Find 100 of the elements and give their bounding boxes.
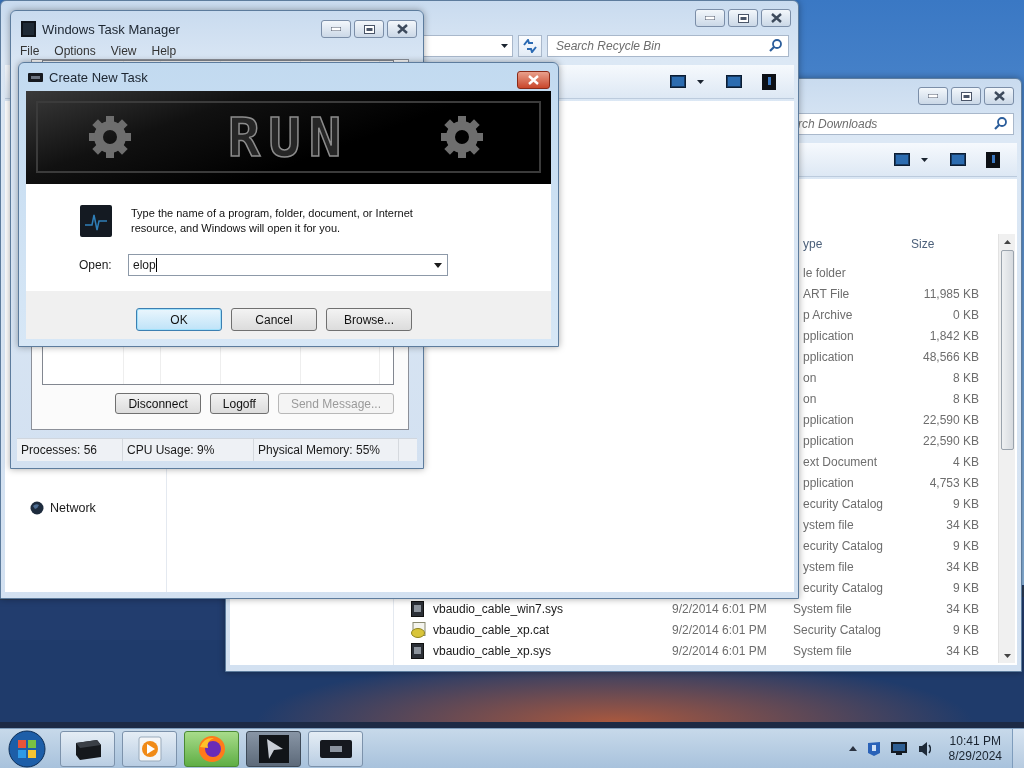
search-field[interactable]: rch Downloads [798,113,1014,135]
start-button[interactable] [8,729,46,768]
instruction-text: Type the name of a program, folder, document, or Internet resource, and Windows will open it for you. [131,206,414,236]
refresh-button[interactable] [518,35,542,57]
dialog-button[interactable]: OK [136,308,222,331]
file-icon [411,642,424,659]
shield-icon[interactable] [866,740,881,757]
table-cell: 9 KB [953,622,979,637]
up-arrow-icon[interactable] [848,746,857,751]
table-cell: ART File [803,286,850,301]
close-button[interactable] [761,9,791,27]
table-cell: ecurity Catalog [803,580,884,595]
play-icon [137,735,162,762]
monitor-icon[interactable] [890,742,907,755]
window-icon [319,739,352,758]
clock-date[interactable]: 8/29/2024 [948,748,1002,764]
maximize-button[interactable] [951,87,981,105]
table-cell: pplication [803,412,854,427]
column-header[interactable]: Size [911,237,935,251]
maximize-icon [737,13,749,23]
app-icon [21,21,36,37]
pane-icon[interactable] [950,153,966,166]
help-icon[interactable] [986,151,1000,168]
taskbar-button[interactable] [246,730,301,767]
browser-icon [197,734,226,763]
field-label: Open: [79,258,113,272]
table-cell: ystem file [803,559,854,574]
search-field[interactable]: Search Recycle Bin [547,35,789,57]
table-cell: on [803,370,817,385]
speaker-icon[interactable] [916,740,931,757]
minimize-icon [928,94,938,98]
table-cell: on [803,391,817,406]
close-icon [528,75,539,85]
minimize-button[interactable] [695,9,725,27]
status-text: Physical Memory: 55% [254,439,399,461]
close-button[interactable] [984,87,1014,105]
status-text: CPU Usage: 9% [123,439,254,461]
table-cell: p Archive [803,307,853,322]
taskbar-button[interactable] [308,730,363,767]
table-cell: 34 KB [946,601,979,616]
caret-icon[interactable] [697,79,704,84]
pane-icon[interactable] [726,75,742,88]
table-cell: pplication [803,433,854,448]
clock-time[interactable]: 10:41 PM [949,733,1001,749]
banner-title: RUN [227,110,350,165]
table-cell: 34 KB [946,559,979,574]
file-name[interactable]: vbaudio_cable_xp.cat [433,622,550,637]
minimize-icon [331,27,341,31]
gear-icon [88,115,132,159]
table-cell: 4 KB [953,454,979,469]
taskbar-button[interactable] [60,730,115,767]
scroll-down-arrow[interactable] [1003,654,1011,658]
address-field[interactable] [421,35,513,57]
session-button[interactable]: Logoff [209,393,269,414]
file-name[interactable]: vbaudio_cable_xp.sys [433,643,552,658]
open-field[interactable]: elop [128,254,448,276]
dialog-button[interactable]: Cancel [231,308,317,331]
table-cell: pplication [803,475,854,490]
table-cell: System file [793,601,852,616]
table-cell: Security Catalog [793,622,882,637]
scrollbar-thumb[interactable] [1000,250,1014,450]
table-cell: ecurity Catalog [803,538,884,553]
caret-icon[interactable] [501,44,508,48]
dialog-button[interactable]: Browse... [326,308,412,331]
table-cell: 34 KB [946,517,979,532]
minimize-button[interactable] [918,87,948,105]
nav-item[interactable]: Network [5,497,166,519]
menu-item[interactable]: View [110,44,137,58]
scroll-up-arrow[interactable] [1003,240,1011,244]
window-title: Create New Task [49,69,148,85]
view-icon[interactable] [894,153,910,166]
close-button[interactable] [387,20,417,38]
table-cell: 9/2/2014 6:01 PM [672,643,767,658]
maximize-icon [960,91,972,101]
minimize-button[interactable] [321,20,351,38]
table-cell: 9/2/2014 6:01 PM [672,601,767,616]
view-icon[interactable] [670,75,686,88]
maximize-button[interactable] [728,9,758,27]
file-name[interactable]: vbaudio_cable_win7.sys [433,601,564,616]
caret-icon[interactable] [434,262,442,268]
column-header[interactable]: ype [803,237,823,251]
table-cell: 34 KB [946,643,979,658]
menu-item[interactable]: Help [151,44,177,58]
minimize-icon [705,16,715,20]
maximize-button[interactable] [354,20,384,38]
close-button[interactable] [517,71,550,89]
maximize-icon [363,24,375,34]
help-icon[interactable] [762,73,776,90]
table-cell: pplication [803,349,854,364]
menu-item[interactable]: File [20,44,40,58]
table-cell: 48,566 KB [922,349,979,364]
session-button[interactable]: Disconnect [115,393,201,414]
globe-icon [30,501,44,515]
caret-icon[interactable] [921,157,928,162]
table-cell: 9 KB [953,538,979,553]
certificate-icon [411,621,427,638]
menu-item[interactable]: Options [54,44,96,58]
scrollbar[interactable] [998,234,1015,663]
table-cell: 8 KB [953,391,979,406]
table-cell: 4,753 KB [929,475,979,490]
